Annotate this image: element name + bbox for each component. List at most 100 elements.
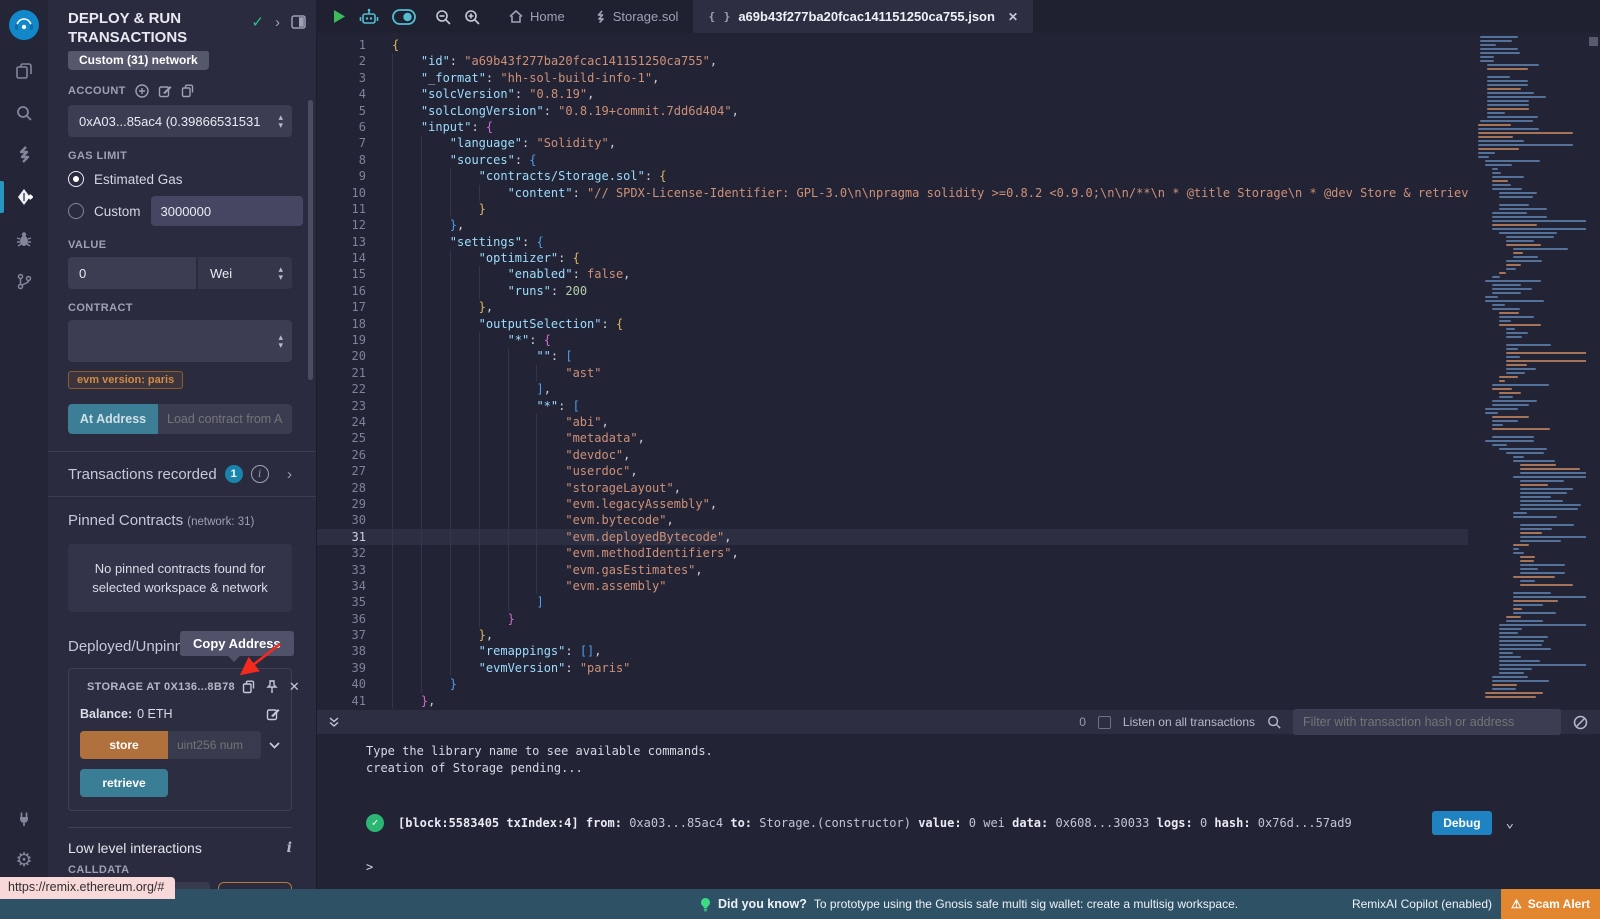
terminal-search-icon: [1267, 715, 1281, 729]
transact-button[interactable]: Transact: [218, 882, 292, 889]
did-you-know-tip: Did you know? To prototype using the Gno…: [700, 889, 1238, 919]
chevron-right-icon[interactable]: ›: [275, 14, 280, 31]
debug-button[interactable]: Debug: [1432, 811, 1491, 835]
deploy-run-icon: [15, 188, 33, 206]
close-tab-icon[interactable]: ✕: [1008, 10, 1018, 24]
info-icon[interactable]: i: [251, 465, 269, 483]
editor-scrollbar-thumb[interactable]: [1589, 37, 1598, 46]
low-level-title: Low level interactions: [68, 840, 202, 856]
transaction-log-row[interactable]: ✓ [block:5583405 txIndex:4] from: 0xa03.…: [366, 811, 1600, 835]
copy-address-icon[interactable]: [242, 680, 255, 694]
edit-account-icon[interactable]: [158, 84, 172, 98]
expand-terminal-icon[interactable]: [328, 716, 340, 728]
select-arrows-icon: ▴▾: [272, 113, 283, 129]
bug-icon: [15, 230, 33, 248]
json-file-icon: { }: [708, 10, 731, 23]
contract-instance-title: STORAGE AT 0X136...8B78: [87, 681, 235, 693]
account-select[interactable]: 0xA03...85ac4 (0.39866531531 ▴▾: [68, 105, 292, 137]
panel-layout-icon[interactable]: [291, 15, 306, 29]
copilot-toggle-icon[interactable]: [392, 9, 416, 25]
network-badge: Custom (31) network: [68, 51, 209, 70]
expand-tx-chevron-icon[interactable]: ⌄: [1506, 815, 1514, 832]
search-icon: [15, 104, 33, 122]
remix-logo-icon: [9, 10, 39, 40]
custom-gas-input[interactable]: [151, 196, 303, 226]
divider: [48, 496, 316, 497]
solidity-file-icon: [595, 10, 606, 23]
sidebar-item-plugin-manager[interactable]: [0, 797, 48, 839]
zoom-out-icon[interactable]: [435, 9, 451, 25]
contract-select[interactable]: ▴▾: [68, 320, 292, 362]
terminal: 0 Listen on all transactions Type the li…: [316, 710, 1600, 889]
terminal-toolbar: 0 Listen on all transactions: [316, 710, 1600, 734]
sidebar-item-file-explorer[interactable]: [0, 50, 48, 92]
code-content[interactable]: {"id": "a69b43f277ba20fcac141151250ca755…: [392, 37, 1468, 709]
add-account-icon[interactable]: [135, 84, 149, 98]
remove-instance-icon[interactable]: ✕: [289, 679, 300, 695]
custom-gas-radio[interactable]: [68, 203, 84, 219]
at-address-input[interactable]: [158, 404, 292, 434]
zoom-in-icon[interactable]: [464, 9, 480, 25]
editor-tabbar: Home Storage.sol { } a69b43f277ba20fcac1…: [316, 0, 1600, 33]
store-arg-input[interactable]: [168, 731, 261, 759]
run-script-icon[interactable]: [333, 9, 346, 24]
gear-icon: ⚙: [15, 849, 32, 872]
lightbulb-icon: [700, 897, 711, 912]
sidebar-item-git[interactable]: [0, 260, 48, 302]
clear-console-icon[interactable]: [1573, 715, 1588, 730]
sidebar-item-settings[interactable]: ⚙: [0, 839, 48, 881]
pin-icon[interactable]: [266, 680, 278, 694]
deployed-section: Deployed/Unpinned Contracts Copy Address…: [68, 638, 292, 811]
low-level-info-icon[interactable]: i: [287, 840, 292, 856]
sidebar-item-debugger[interactable]: [0, 218, 48, 260]
scam-alert-badge[interactable]: ⚠ Scam Alert: [1501, 889, 1600, 919]
value-unit-select[interactable]: Wei ▴▾: [198, 257, 292, 289]
tip-label: Did you know?: [718, 897, 807, 911]
panel-header: DEPLOY & RUN TRANSACTIONS ✓ ›: [48, 0, 316, 51]
store-button[interactable]: store: [80, 731, 168, 759]
calldata-label: CALLDATA: [68, 864, 292, 876]
tx-block-info: [block:5583405 txIndex:4]: [398, 816, 579, 830]
sidebar-item-search[interactable]: [0, 92, 48, 134]
listen-checkbox[interactable]: [1098, 716, 1111, 729]
warning-icon: ⚠: [1511, 897, 1522, 911]
expand-args-chevron-icon[interactable]: [269, 742, 280, 749]
estimated-gas-radio[interactable]: [68, 171, 84, 187]
copilot-status[interactable]: RemixAI Copilot (enabled): [1352, 889, 1492, 919]
remix-logo[interactable]: [0, 0, 48, 50]
transactions-count-badge: 1: [225, 465, 243, 483]
transactions-recorded-row[interactable]: Transactions recorded 1 i ›: [68, 452, 292, 496]
code-editor[interactable]: 1234567891011121314151617181920212223242…: [316, 33, 1600, 710]
pinned-empty-message: No pinned contracts found for selected w…: [68, 544, 292, 612]
terminal-output[interactable]: Type the library name to see available c…: [316, 734, 1600, 876]
line-numbers: 1234567891011121314151617181920212223242…: [316, 37, 366, 709]
estimated-gas-option[interactable]: Estimated Gas: [68, 171, 292, 187]
icon-sidebar: ⚙: [0, 0, 48, 889]
tab-home[interactable]: Home: [494, 0, 580, 33]
contract-label: CONTRACT: [68, 302, 292, 314]
listen-count: 0: [1079, 715, 1086, 729]
panel-scrollbar[interactable]: [308, 100, 313, 380]
custom-gas-option[interactable]: Custom: [68, 196, 292, 226]
expand-chevron-icon[interactable]: ›: [287, 466, 292, 483]
transaction-filter-input[interactable]: [1293, 709, 1561, 735]
sidebar-item-solidity-compiler[interactable]: [0, 134, 48, 176]
minimap[interactable]: [1474, 36, 1586, 707]
divider: [68, 827, 292, 828]
at-address-button[interactable]: At Address: [68, 404, 158, 434]
transactions-recorded-label: Transactions recorded: [68, 466, 217, 483]
tab-build-info-json[interactable]: { } a69b43f277ba20fcac141151250ca755.jso…: [693, 0, 1033, 33]
retrieve-button[interactable]: retrieve: [80, 769, 168, 797]
estimated-gas-label: Estimated Gas: [94, 172, 183, 187]
remixai-robot-icon[interactable]: [359, 8, 379, 26]
terminal-prompt[interactable]: >: [366, 859, 1600, 876]
tab-storage-sol[interactable]: Storage.sol: [580, 0, 694, 33]
copy-account-icon[interactable]: [181, 84, 194, 98]
panel-title: DEPLOY & RUN TRANSACTIONS: [68, 9, 243, 47]
value-input[interactable]: [68, 257, 196, 289]
edit-balance-icon[interactable]: [266, 707, 280, 721]
check-icon: ✓: [251, 13, 264, 31]
listen-label: Listen on all transactions: [1123, 715, 1255, 729]
solidity-icon: [16, 146, 32, 164]
sidebar-item-deploy-run[interactable]: [0, 176, 48, 218]
